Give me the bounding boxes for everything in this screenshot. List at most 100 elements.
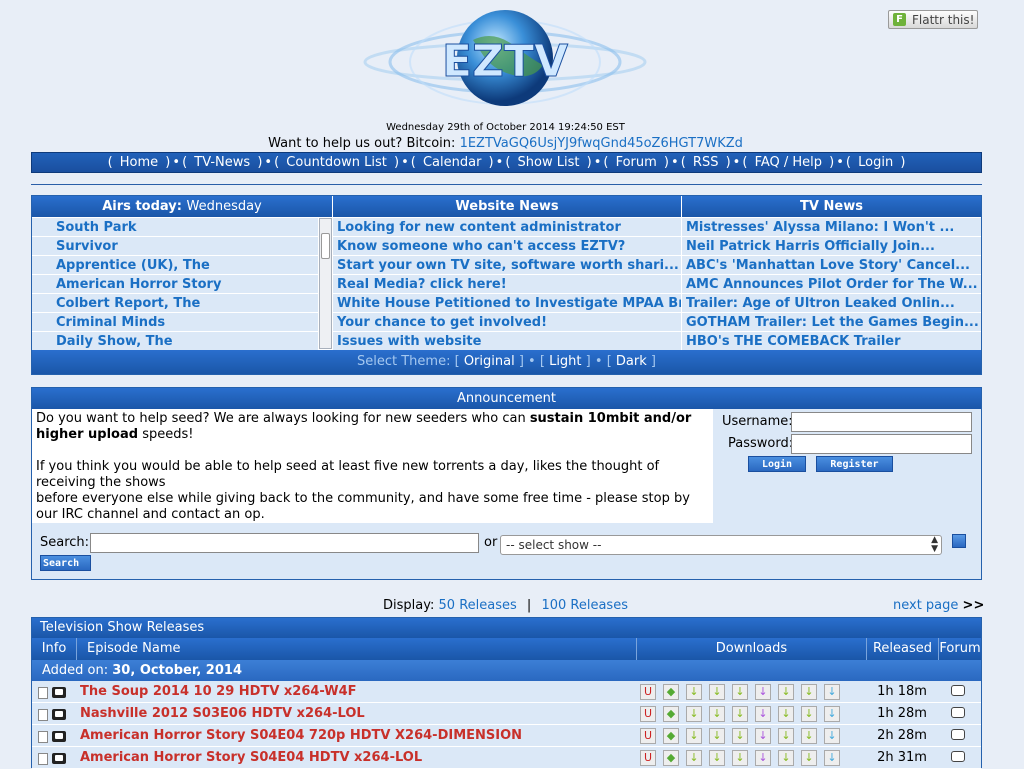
info-icon[interactable] (38, 709, 48, 721)
download-mirror-icon[interactable]: ↓ (755, 684, 771, 700)
download-mirror-icon[interactable]: ↓ (709, 684, 725, 700)
download-mirror-icon[interactable]: ↓ (778, 750, 794, 766)
info-icon[interactable] (38, 731, 48, 743)
torrent-icon[interactable]: ◆ (663, 684, 679, 700)
episode-link[interactable]: American Horror Story S04E04 720p HDTV X… (80, 725, 522, 747)
download-mirror-icon[interactable]: ↓ (686, 750, 702, 766)
tv-news-item[interactable]: ABC's 'Manhattan Love Story' Cancel... (682, 256, 981, 275)
episode-link[interactable]: The Soup 2014 10 29 HDTV x264-W4F (80, 681, 357, 703)
next-page-link[interactable]: next page (893, 598, 958, 613)
download-mirror-icon[interactable]: ↓ (732, 728, 748, 744)
website-news-item[interactable]: Looking for new content administrator (333, 218, 681, 237)
tv-icon[interactable] (52, 709, 66, 720)
download-mirror-icon[interactable]: ↓ (801, 728, 817, 744)
tv-icon[interactable] (52, 687, 66, 698)
download-mirror-icon[interactable]: ↓ (686, 706, 702, 722)
forum-icon[interactable] (951, 685, 965, 696)
bitcoin-address-link[interactable]: 1EZTVaGQ6UsjYJ9fwqGnd45oZ6HGT7WKZd (460, 136, 743, 151)
download-mirror-icon[interactable]: ↓ (824, 750, 840, 766)
website-news-item[interactable]: White House Petitioned to Investigate MP… (333, 294, 681, 313)
download-mirror-icon[interactable]: ↓ (755, 728, 771, 744)
tv-news-item[interactable]: HBO's THE COMEBACK Trailer (682, 332, 981, 351)
download-mirror-icon[interactable]: ↓ (686, 728, 702, 744)
download-mirror-icon[interactable]: ↓ (824, 706, 840, 722)
flattr-button[interactable]: F Flattr this! (888, 10, 978, 29)
info-icon[interactable] (38, 687, 48, 699)
torrent-icon[interactable]: ◆ (663, 706, 679, 722)
login-button[interactable]: Login (748, 456, 806, 472)
tv-icon[interactable] (52, 731, 66, 742)
download-mirror-icon[interactable]: ↓ (824, 684, 840, 700)
download-mirror-icon[interactable]: ↓ (801, 706, 817, 722)
tv-news-item[interactable]: Trailer: Age of Ultron Leaked Onlin... (682, 294, 981, 313)
theme-option-light[interactable]: Light (549, 354, 581, 369)
download-mirror-icon[interactable]: ↓ (801, 684, 817, 700)
episode-link[interactable]: Nashville 2012 S03E06 HDTV x264-LOL (80, 703, 365, 725)
airs-today-item[interactable]: American Horror Story (32, 275, 318, 294)
website-news-item[interactable]: Start your own TV site, software worth s… (333, 256, 681, 275)
download-mirror-icon[interactable]: ↓ (732, 706, 748, 722)
download-mirror-icon[interactable]: ↓ (709, 728, 725, 744)
forum-icon[interactable] (951, 707, 965, 718)
theme-option-original[interactable]: Original (464, 354, 515, 369)
search-input[interactable] (90, 533, 479, 553)
torrent-icon[interactable]: ◆ (663, 728, 679, 744)
nav-item-countdown-list[interactable]: Countdown List (286, 155, 387, 170)
tv-news-item[interactable]: Mistresses' Alyssa Milano: I Won't ... (682, 218, 981, 237)
airs-scrollbar[interactable] (319, 218, 332, 349)
download-mirror-icon[interactable]: ↓ (755, 706, 771, 722)
episode-link[interactable]: American Horror Story S04E04 HDTV x264-L… (80, 747, 422, 769)
download-mirror-icon[interactable]: ↓ (732, 750, 748, 766)
scroll-thumb[interactable] (321, 233, 330, 259)
download-mirror-icon[interactable]: ↓ (778, 728, 794, 744)
airs-today-item[interactable]: Daily Show, The (32, 332, 318, 351)
nav-item-login[interactable]: Login (858, 155, 893, 170)
search-button[interactable]: Search (40, 555, 91, 571)
display-50-link[interactable]: 50 Releases (439, 598, 517, 613)
airs-today-item[interactable]: Survivor (32, 237, 318, 256)
show-select[interactable]: -- select show -- ▲ ▼ (500, 535, 942, 555)
nav-item-rss[interactable]: RSS (693, 155, 719, 170)
website-news-item[interactable]: Real Media? click here! (333, 275, 681, 294)
magnet-icon[interactable]: U (640, 706, 656, 722)
download-mirror-icon[interactable]: ↓ (709, 750, 725, 766)
nav-item-tv-news[interactable]: TV-News (194, 155, 250, 170)
website-news-item[interactable]: Issues with website (333, 332, 681, 351)
nav-item-calendar[interactable]: Calendar (423, 155, 481, 170)
download-mirror-icon[interactable]: ↓ (801, 750, 817, 766)
download-mirror-icon[interactable]: ↓ (778, 684, 794, 700)
nav-item-home[interactable]: Home (120, 155, 158, 170)
display-100-link[interactable]: 100 Releases (541, 598, 628, 613)
airs-today-item[interactable]: Criminal Minds (32, 313, 318, 332)
airs-today-item[interactable]: South Park (32, 218, 318, 237)
register-button[interactable]: Register (816, 456, 893, 472)
download-mirror-icon[interactable]: ↓ (824, 728, 840, 744)
airs-today-item[interactable]: Colbert Report, The (32, 294, 318, 313)
download-mirror-icon[interactable]: ↓ (732, 684, 748, 700)
username-input[interactable] (791, 412, 972, 432)
magnet-icon[interactable]: U (640, 684, 656, 700)
password-input[interactable] (791, 434, 972, 454)
eztv-logo[interactable]: EZTV (355, 0, 655, 120)
tv-news-item[interactable]: GOTHAM Trailer: Let the Games Begin... (682, 313, 981, 332)
download-mirror-icon[interactable]: ↓ (755, 750, 771, 766)
download-mirror-icon[interactable]: ↓ (709, 706, 725, 722)
forum-icon[interactable] (951, 751, 965, 762)
magnet-icon[interactable]: U (640, 750, 656, 766)
show-go-button[interactable] (952, 534, 966, 548)
tv-news-item[interactable]: AMC Announces Pilot Order for The W... (682, 275, 981, 294)
nav-item-forum[interactable]: Forum (616, 155, 657, 170)
forum-icon[interactable] (951, 729, 965, 740)
tv-icon[interactable] (52, 753, 66, 764)
nav-item-faq-help[interactable]: FAQ / Help (755, 155, 822, 170)
nav-item-show-list[interactable]: Show List (518, 155, 580, 170)
airs-today-item[interactable]: Apprentice (UK), The (32, 256, 318, 275)
info-icon[interactable] (38, 753, 48, 765)
theme-option-dark[interactable]: Dark (616, 354, 647, 369)
download-mirror-icon[interactable]: ↓ (778, 706, 794, 722)
website-news-item[interactable]: Know someone who can't access EZTV? (333, 237, 681, 256)
website-news-item[interactable]: Your chance to get involved! (333, 313, 681, 332)
tv-news-item[interactable]: Neil Patrick Harris Officially Join... (682, 237, 981, 256)
torrent-icon[interactable]: ◆ (663, 750, 679, 766)
magnet-icon[interactable]: U (640, 728, 656, 744)
